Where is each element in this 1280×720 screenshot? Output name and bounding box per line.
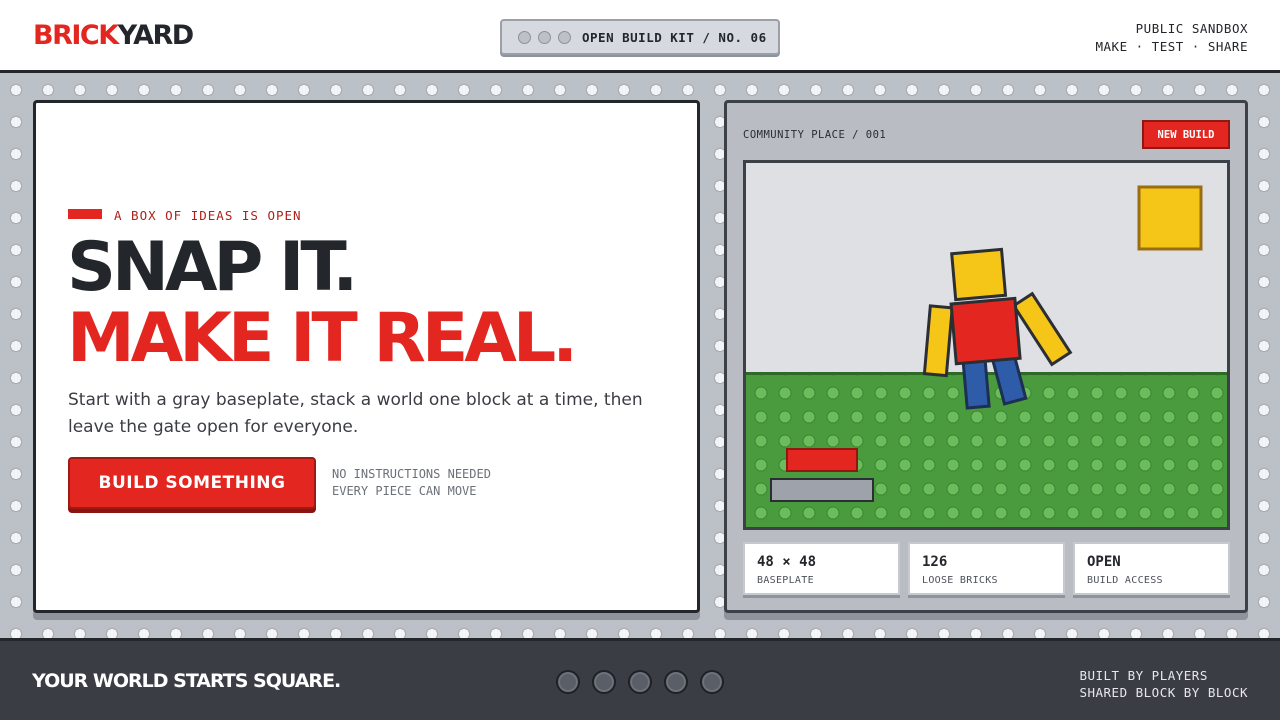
eyebrow-brick-icon — [68, 209, 102, 219]
cta-note-line2: EVERY PIECE CAN MOVE — [332, 484, 477, 498]
footer-credits: BUILT BY PLAYERS SHARED BLOCK BY BLOCK — [1079, 667, 1248, 701]
hero-eyebrow: A BOX OF IDEAS IS OPEN — [114, 208, 302, 223]
new-build-button[interactable]: NEW BUILD — [1142, 120, 1230, 149]
footer-credits-line2: SHARED BLOCK BY BLOCK — [1079, 685, 1248, 700]
window-dot-icon — [518, 31, 531, 44]
stat-build-access: OPEN BUILD ACCESS — [1073, 542, 1230, 595]
stat-loose-bricks: 126 LOOSE BRICKS — [908, 542, 1065, 595]
header-tagline-line1: PUBLIC SANDBOX — [1135, 21, 1248, 36]
footer-stud-icon[interactable] — [628, 670, 652, 694]
stat-value: 126 — [922, 554, 948, 570]
community-place-label: COMMUNITY PLACE / 001 — [743, 129, 887, 141]
stat-label: LOOSE BRICKS — [922, 575, 998, 586]
brickyard-logo[interactable]: BRICKYARD — [33, 20, 195, 52]
window-dot-icon — [558, 31, 571, 44]
footer-stud-icon[interactable] — [556, 670, 580, 694]
hero-headline-line2: MAKE IT REAL. — [67, 299, 578, 378]
footer-credits-line1: BUILT BY PLAYERS — [1079, 668, 1208, 683]
hero-card: A BOX OF IDEAS IS OPEN SNAP IT. MAKE IT … — [33, 100, 700, 613]
stat-label: BASEPLATE — [757, 575, 814, 586]
header-tagline-line2: MAKE · TEST · SHARE — [1095, 39, 1248, 54]
cta-note: NO INSTRUCTIONS NEEDED EVERY PIECE CAN M… — [332, 466, 491, 500]
kit-label: OPEN BUILD KIT / NO. 06 — [582, 30, 767, 45]
stat-label: BUILD ACCESS — [1087, 575, 1163, 586]
community-panel: COMMUNITY PLACE / 001 NEW BUILD 48 × 48 … — [724, 100, 1248, 613]
logo-part-brick: BRICK — [33, 20, 119, 51]
site-footer: YOUR WORLD STARTS SQUARE. BUILT BY PLAYE… — [0, 638, 1280, 720]
build-scene-illustration — [746, 185, 1227, 527]
header-tagline: PUBLIC SANDBOX MAKE · TEST · SHARE — [1096, 20, 1249, 56]
gray-brick — [770, 478, 874, 502]
footer-stud-icon[interactable] — [592, 670, 616, 694]
footer-stud-icon[interactable] — [700, 670, 724, 694]
site-header: BRICKYARD OPEN BUILD KIT / NO. 06 PUBLIC… — [0, 0, 1280, 73]
window-dot-icon — [538, 31, 551, 44]
footer-tagline: YOUR WORLD STARTS SQUARE. — [32, 670, 341, 692]
stat-baseplate: 48 × 48 BASEPLATE — [743, 542, 900, 595]
cta-note-line1: NO INSTRUCTIONS NEEDED — [332, 467, 491, 481]
build-scene[interactable] — [743, 160, 1230, 530]
footer-stud-icon[interactable] — [664, 670, 688, 694]
logo-part-yard: YARD — [117, 20, 195, 51]
build-something-button[interactable]: BUILD SOMETHING — [68, 457, 316, 509]
red-brick — [786, 448, 858, 472]
yellow-brick — [1137, 185, 1203, 251]
stat-value: OPEN — [1087, 554, 1121, 570]
stat-value: 48 × 48 — [757, 554, 817, 570]
hero-lead: Start with a gray baseplate, stack a wor… — [68, 390, 643, 437]
hero-headline-line1: SNAP IT. — [67, 228, 358, 307]
kit-badge: OPEN BUILD KIT / NO. 06 — [500, 19, 780, 55]
